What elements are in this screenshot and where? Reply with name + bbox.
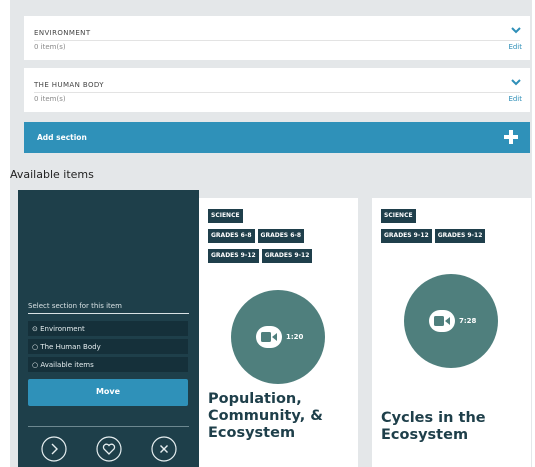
add-section-button[interactable]: Add section	[24, 122, 530, 153]
divider	[34, 40, 520, 41]
option-label: Environment	[40, 325, 85, 333]
video-play-badge	[429, 310, 455, 332]
item-title: Cycles in the Ecosystem	[381, 410, 486, 444]
tag-list: SCIENCE GRADES 9-12 GRADES 9-12	[381, 209, 526, 243]
move-item-panel: Select section for this item ⊙ Environme…	[18, 190, 199, 467]
heart-icon[interactable]	[96, 436, 122, 462]
section-card-human-body: THE HUMAN BODY 0 item(s) Edit	[24, 68, 530, 112]
item-card-population[interactable]: SCIENCE GRADES 6-8 GRADES 6-8 GRADES 9-1…	[199, 198, 358, 467]
grade-tag: GRADES 6-8	[257, 229, 305, 243]
close-icon[interactable]	[151, 436, 177, 462]
section-card-environment: ENVIRONMENT 0 item(s) Edit	[24, 16, 530, 60]
video-camera-icon	[261, 332, 277, 342]
item-title: Population, Community, & Ecosystem	[208, 391, 323, 442]
item-title-line: Cycles in the	[381, 410, 486, 426]
video-thumbnail[interactable]: 7:28	[404, 274, 498, 368]
video-thumbnail[interactable]: 1:20	[231, 290, 325, 384]
edit-link[interactable]: Edit	[508, 43, 522, 51]
tag-list: SCIENCE GRADES 6-8 GRADES 6-8 GRADES 9-1…	[208, 209, 353, 263]
divider	[34, 92, 520, 93]
available-items-heading: Available items	[10, 168, 94, 181]
item-title-line: Community, &	[208, 408, 323, 424]
video-duration: 1:20	[286, 333, 304, 341]
add-section-label: Add section	[37, 133, 87, 142]
next-icon[interactable]	[41, 436, 67, 462]
grade-tag: GRADES 9-12	[208, 249, 259, 263]
grade-tag: GRADES 6-8	[208, 229, 255, 243]
subject-tag: SCIENCE	[381, 209, 416, 223]
move-button[interactable]: Move	[28, 379, 188, 406]
video-duration: 7:28	[459, 317, 477, 325]
grade-tag: GRADES 9-12	[434, 229, 486, 243]
grade-tag: GRADES 9-12	[261, 249, 313, 263]
video-camera-icon	[434, 316, 450, 326]
item-title-line: Population,	[208, 391, 302, 407]
edit-link[interactable]: Edit	[508, 95, 522, 103]
chevron-down-icon[interactable]	[510, 25, 522, 35]
section-option-environment[interactable]: ⊙ Environment	[28, 321, 188, 336]
item-card-cycles[interactable]: SCIENCE GRADES 9-12 GRADES 9-12 7:28 Cyc…	[372, 198, 531, 467]
move-button-label: Move	[95, 387, 121, 396]
section-item-count: 0 item(s)	[34, 95, 66, 103]
select-section-prompt: Select section for this item	[28, 302, 122, 310]
grade-tag: GRADES 9-12	[381, 229, 432, 243]
section-title: THE HUMAN BODY	[34, 81, 104, 89]
option-label: The Human Body	[40, 343, 101, 351]
option-label: Available items	[40, 361, 94, 369]
divider	[28, 426, 189, 427]
section-item-count: 0 item(s)	[34, 43, 66, 51]
divider	[28, 313, 189, 314]
item-title-line: Ecosystem	[381, 427, 469, 443]
subject-tag: SCIENCE	[208, 209, 243, 223]
radio-selected-icon: ⊙	[32, 325, 41, 333]
section-title: ENVIRONMENT	[34, 29, 91, 37]
plus-icon[interactable]	[503, 129, 519, 145]
item-title-line: Ecosystem	[208, 425, 296, 441]
section-option-available-items[interactable]: ○ Available items	[28, 357, 188, 372]
section-option-human-body[interactable]: ○ The Human Body	[28, 339, 188, 354]
chevron-down-icon[interactable]	[510, 77, 522, 87]
page-background: ENVIRONMENT 0 item(s) Edit THE HUMAN BOD…	[10, 0, 532, 467]
video-play-badge	[256, 326, 282, 348]
